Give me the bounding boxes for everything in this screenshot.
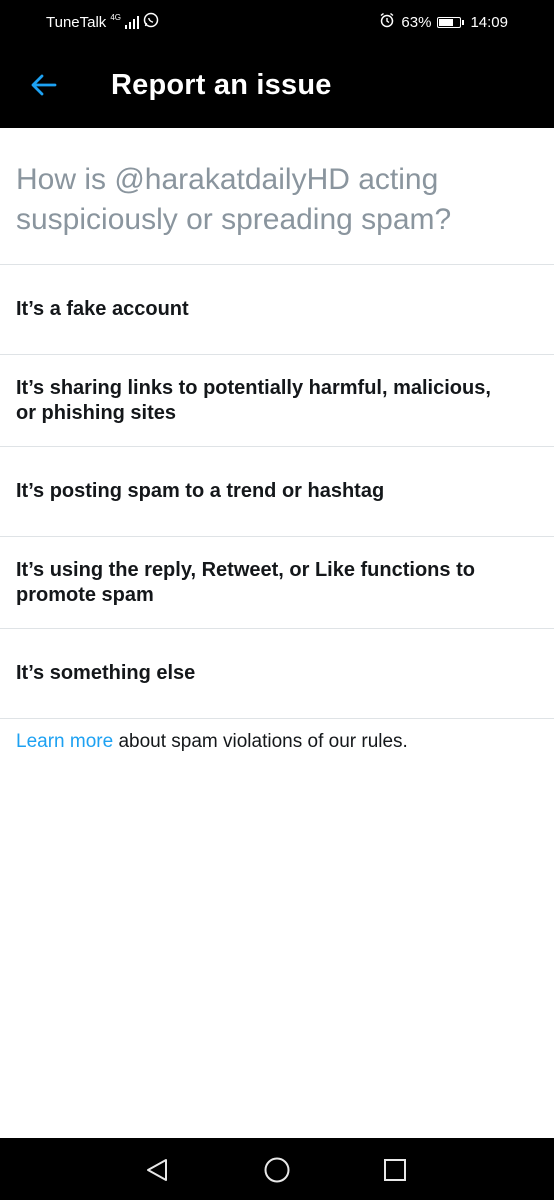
carrier-label: TuneTalk [46, 13, 107, 31]
footer-note-text: about spam violations of our rules. [113, 731, 408, 752]
option-reply-retweet-like-spam[interactable]: It’s using the reply, Retweet, or Like f… [0, 537, 554, 629]
option-harmful-links[interactable]: It’s sharing links to potentially harmfu… [0, 355, 554, 447]
app-header: Report an issue [0, 42, 554, 128]
home-circle-icon [264, 1157, 290, 1183]
arrow-left-icon [31, 74, 57, 96]
status-right: 63% 14:09 [379, 12, 508, 32]
clock-time: 14:09 [470, 13, 508, 31]
option-trend-spam[interactable]: It’s posting spam to a trend or hashtag [0, 447, 554, 537]
nav-home-button[interactable] [263, 1156, 291, 1184]
nav-recents-button[interactable] [381, 1156, 409, 1184]
recents-square-icon [384, 1159, 406, 1181]
option-label: It’s using the reply, Retweet, or Like f… [16, 558, 475, 606]
option-label: It’s sharing links to potentially harmfu… [16, 376, 491, 424]
nav-back-button[interactable] [143, 1156, 171, 1184]
status-bar: TuneTalk 4G 63% 14:09 [0, 0, 554, 42]
page-title: Report an issue [111, 69, 332, 101]
option-label: It’s a fake account [16, 298, 189, 320]
battery-percent: 63% [401, 13, 432, 31]
signal-icon [124, 15, 139, 29]
question-heading: How is @harakatdailyHD acting suspicious… [0, 128, 554, 265]
option-something-else[interactable]: It’s something else [0, 629, 554, 719]
alarm-icon [379, 12, 395, 32]
status-left: TuneTalk 4G [46, 12, 159, 32]
back-triangle-icon [147, 1159, 167, 1181]
option-fake-account[interactable]: It’s a fake account [0, 265, 554, 355]
back-button[interactable] [24, 65, 64, 105]
report-content: How is @harakatdailyHD acting suspicious… [0, 128, 554, 765]
whatsapp-icon [143, 12, 159, 32]
network-type-label: 4G [110, 12, 121, 22]
footer-note: Learn more about spam violations of our … [0, 719, 554, 765]
system-nav-bar [0, 1138, 554, 1200]
battery-icon [437, 16, 465, 28]
learn-more-link[interactable]: Learn more [16, 731, 113, 752]
option-label: It’s posting spam to a trend or hashtag [16, 480, 385, 502]
option-label: It’s something else [16, 662, 196, 684]
